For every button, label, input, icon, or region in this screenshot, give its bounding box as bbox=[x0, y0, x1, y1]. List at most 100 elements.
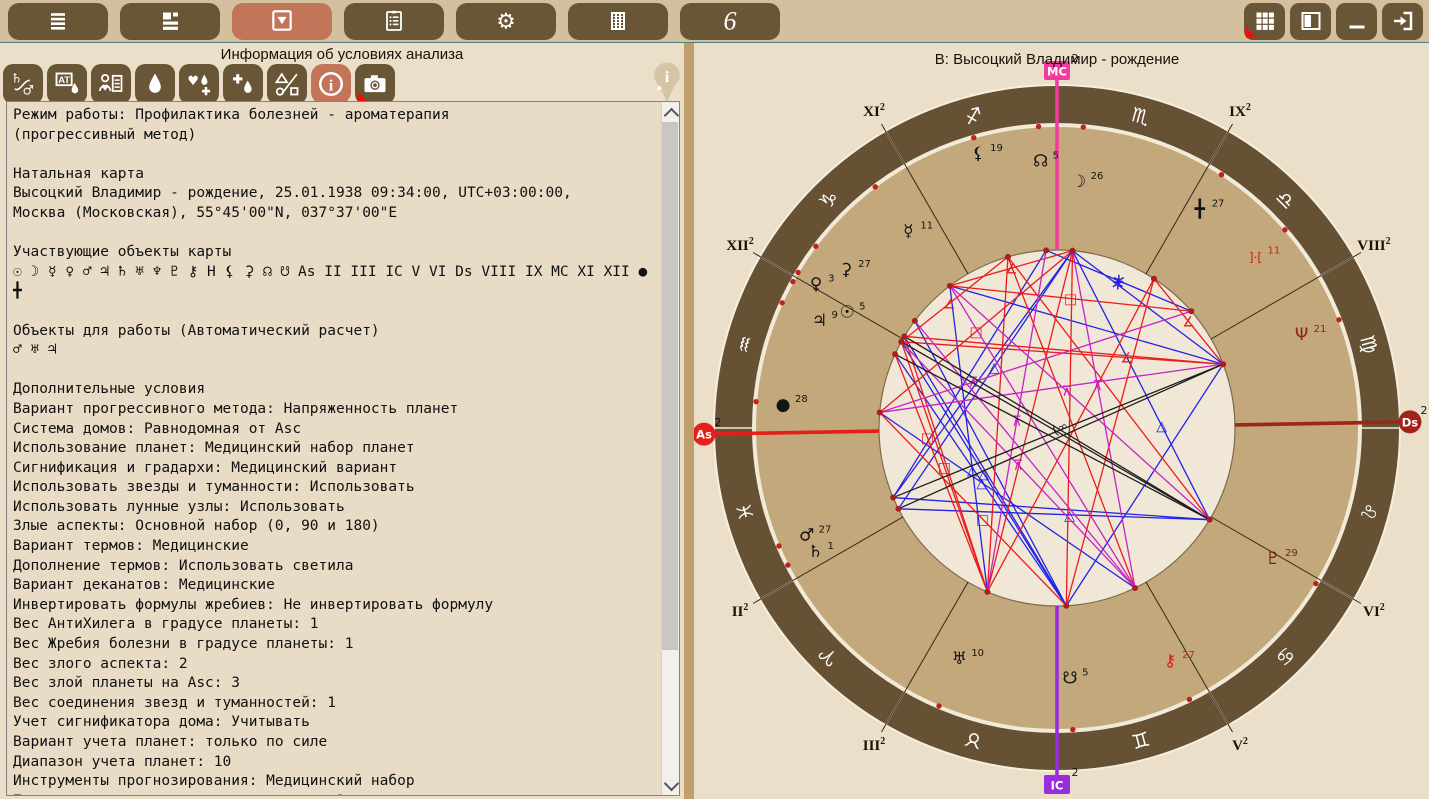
planet-venus: ♀ bbox=[810, 274, 822, 294]
planet-jupiter: ♃ bbox=[812, 311, 827, 331]
planet-degree-black-point: 28 bbox=[795, 394, 808, 405]
planet-uranus: ♅ bbox=[952, 649, 967, 669]
planet-degree-saturn: 1 bbox=[828, 541, 834, 552]
planet-degree-neptune: 21 bbox=[1314, 324, 1327, 335]
aspect-endpoint-dot bbox=[912, 318, 918, 324]
minimize-icon bbox=[1345, 9, 1369, 33]
windows-layout-button[interactable] bbox=[120, 3, 220, 40]
planet-degree-mars: 27 bbox=[819, 524, 832, 535]
boxed-down-triangle-icon bbox=[269, 8, 295, 34]
planet-degree-selena: 27 bbox=[858, 259, 871, 270]
analysis-text-box[interactable]: Режим работы: Профилактика болезней - ар… bbox=[6, 101, 680, 796]
planet-black-point: ● bbox=[776, 395, 791, 415]
aspect-endpoint-dot bbox=[947, 283, 953, 289]
toggle-side-panel-button[interactable] bbox=[1290, 3, 1331, 40]
aspect-glyph: □ bbox=[969, 325, 982, 341]
aromatherapy-text-button[interactable]: AT bbox=[47, 64, 87, 104]
scroll-down-button[interactable] bbox=[666, 780, 675, 789]
house-label-IX: IX2 bbox=[1229, 102, 1251, 120]
aspect-endpoint-dot bbox=[1220, 361, 1226, 367]
triangle-square-line-icon bbox=[273, 70, 301, 98]
aspect-glyph: △ bbox=[1156, 419, 1167, 435]
svg-text:AT: AT bbox=[58, 75, 70, 85]
aspect-glyph: ∠ bbox=[943, 297, 956, 313]
drop-icon bbox=[141, 70, 169, 98]
degree-dot bbox=[776, 543, 781, 548]
exit-door-arrow-icon bbox=[1391, 9, 1415, 33]
saturn-mars-icon: ♄ ♂ bbox=[9, 70, 37, 98]
main-menu-button[interactable] bbox=[8, 3, 108, 40]
top-toolbar-right bbox=[1244, 3, 1429, 40]
brand-logo-button[interactable]: 6 bbox=[680, 3, 780, 40]
clipboard-list-icon bbox=[382, 9, 406, 33]
aspect-endpoint-dot bbox=[1063, 603, 1069, 609]
aspect-endpoint-dot bbox=[1132, 585, 1138, 591]
analysis-info-button[interactable]: i bbox=[311, 64, 351, 104]
chart-title: В: Высоцкий Владимир - рождение bbox=[694, 51, 1420, 68]
axis-label-ascendant: As bbox=[696, 428, 712, 442]
degree-dot bbox=[936, 703, 941, 708]
degree-dot bbox=[1219, 172, 1224, 177]
minimize-button[interactable] bbox=[1336, 3, 1377, 40]
svg-text:♂: ♂ bbox=[22, 84, 34, 99]
medicine-drop-button[interactable] bbox=[223, 64, 263, 104]
hint-pin-icon[interactable]: i bbox=[648, 59, 686, 105]
settings-button[interactable]: ⚙ bbox=[456, 3, 556, 40]
degree-dot bbox=[971, 135, 976, 140]
axis-sup-descendant: 2 bbox=[1420, 404, 1427, 417]
left-panel-title: Информация об условиях анализа bbox=[0, 46, 684, 63]
degree-dot bbox=[1313, 581, 1318, 586]
planet-north-node: ☊ bbox=[1033, 151, 1048, 171]
snapshot-button[interactable] bbox=[355, 64, 395, 104]
patient-card-button[interactable]: ♥ bbox=[91, 64, 131, 104]
aspect-endpoint-dot bbox=[895, 506, 901, 512]
svg-text:♥: ♥ bbox=[102, 82, 109, 92]
planet-degree-moon: 26 bbox=[1091, 171, 1104, 182]
transits-button[interactable]: ♄ ♂ bbox=[3, 64, 43, 104]
top-toolbar: ⚙ 6 bbox=[0, 0, 1429, 43]
aspect-shapes-button[interactable] bbox=[267, 64, 307, 104]
house-label-III: III2 bbox=[863, 736, 886, 754]
planet-selena: ⚳ bbox=[840, 260, 852, 280]
degree-dot bbox=[779, 300, 784, 305]
degree-dot bbox=[785, 562, 790, 567]
analysis-toolbar: ♄ ♂ AT ♥ bbox=[3, 64, 395, 106]
aspect-endpoint-dot bbox=[898, 339, 904, 345]
scrollbar-thumb[interactable] bbox=[662, 122, 678, 650]
exit-button[interactable] bbox=[1382, 3, 1423, 40]
oil-drop-button[interactable] bbox=[135, 64, 175, 104]
house-label-VI: VI2 bbox=[1363, 602, 1385, 620]
aspect-endpoint-dot bbox=[890, 495, 896, 501]
aspect-endpoint-dot bbox=[1043, 247, 1049, 253]
vertical-scrollbar[interactable] bbox=[661, 102, 679, 795]
at-drop-icon: AT bbox=[53, 70, 81, 98]
planet-degree-jupiter: 9 bbox=[832, 310, 838, 321]
degree-dot bbox=[813, 244, 818, 249]
planet-moon: ☽ bbox=[1071, 172, 1086, 192]
chart-view-button[interactable] bbox=[232, 3, 332, 40]
scroll-up-button[interactable] bbox=[666, 108, 675, 117]
house-label-XII: XII2 bbox=[726, 236, 754, 254]
axis-label-imum-coeli: IC bbox=[1051, 779, 1064, 793]
degree-dot bbox=[1187, 697, 1192, 702]
analysis-conditions-button[interactable] bbox=[344, 3, 444, 40]
degree-dot bbox=[1282, 227, 1287, 232]
chart-panel: VIII2IX2XI2XII2II2III2V2VI2As2Ds2MC2IC2♍… bbox=[694, 43, 1429, 799]
tables-report-button[interactable] bbox=[568, 3, 668, 40]
logo-6-icon: 6 bbox=[717, 8, 743, 34]
axis-sup-imum-coeli: 2 bbox=[1072, 766, 1079, 779]
grid-windows-button[interactable] bbox=[1244, 3, 1285, 40]
aspect-glyph: ∗ bbox=[1111, 270, 1126, 291]
degree-dot bbox=[795, 270, 800, 275]
planet-degree-south-node: 5 bbox=[1082, 668, 1088, 679]
planet-degree-gates-point: 11 bbox=[1267, 245, 1280, 256]
planet-degree-sun: 5 bbox=[859, 302, 865, 313]
degree-dot bbox=[753, 399, 758, 404]
degree-dot bbox=[790, 279, 795, 284]
panel-splitter[interactable] bbox=[684, 43, 694, 799]
report-grid-icon bbox=[606, 9, 630, 33]
health-mix-button[interactable]: ♥ bbox=[179, 64, 219, 104]
degree-dot bbox=[1070, 727, 1075, 732]
aspect-endpoint-dot bbox=[901, 333, 907, 339]
aspect-glyph: ∠ bbox=[1182, 314, 1195, 330]
